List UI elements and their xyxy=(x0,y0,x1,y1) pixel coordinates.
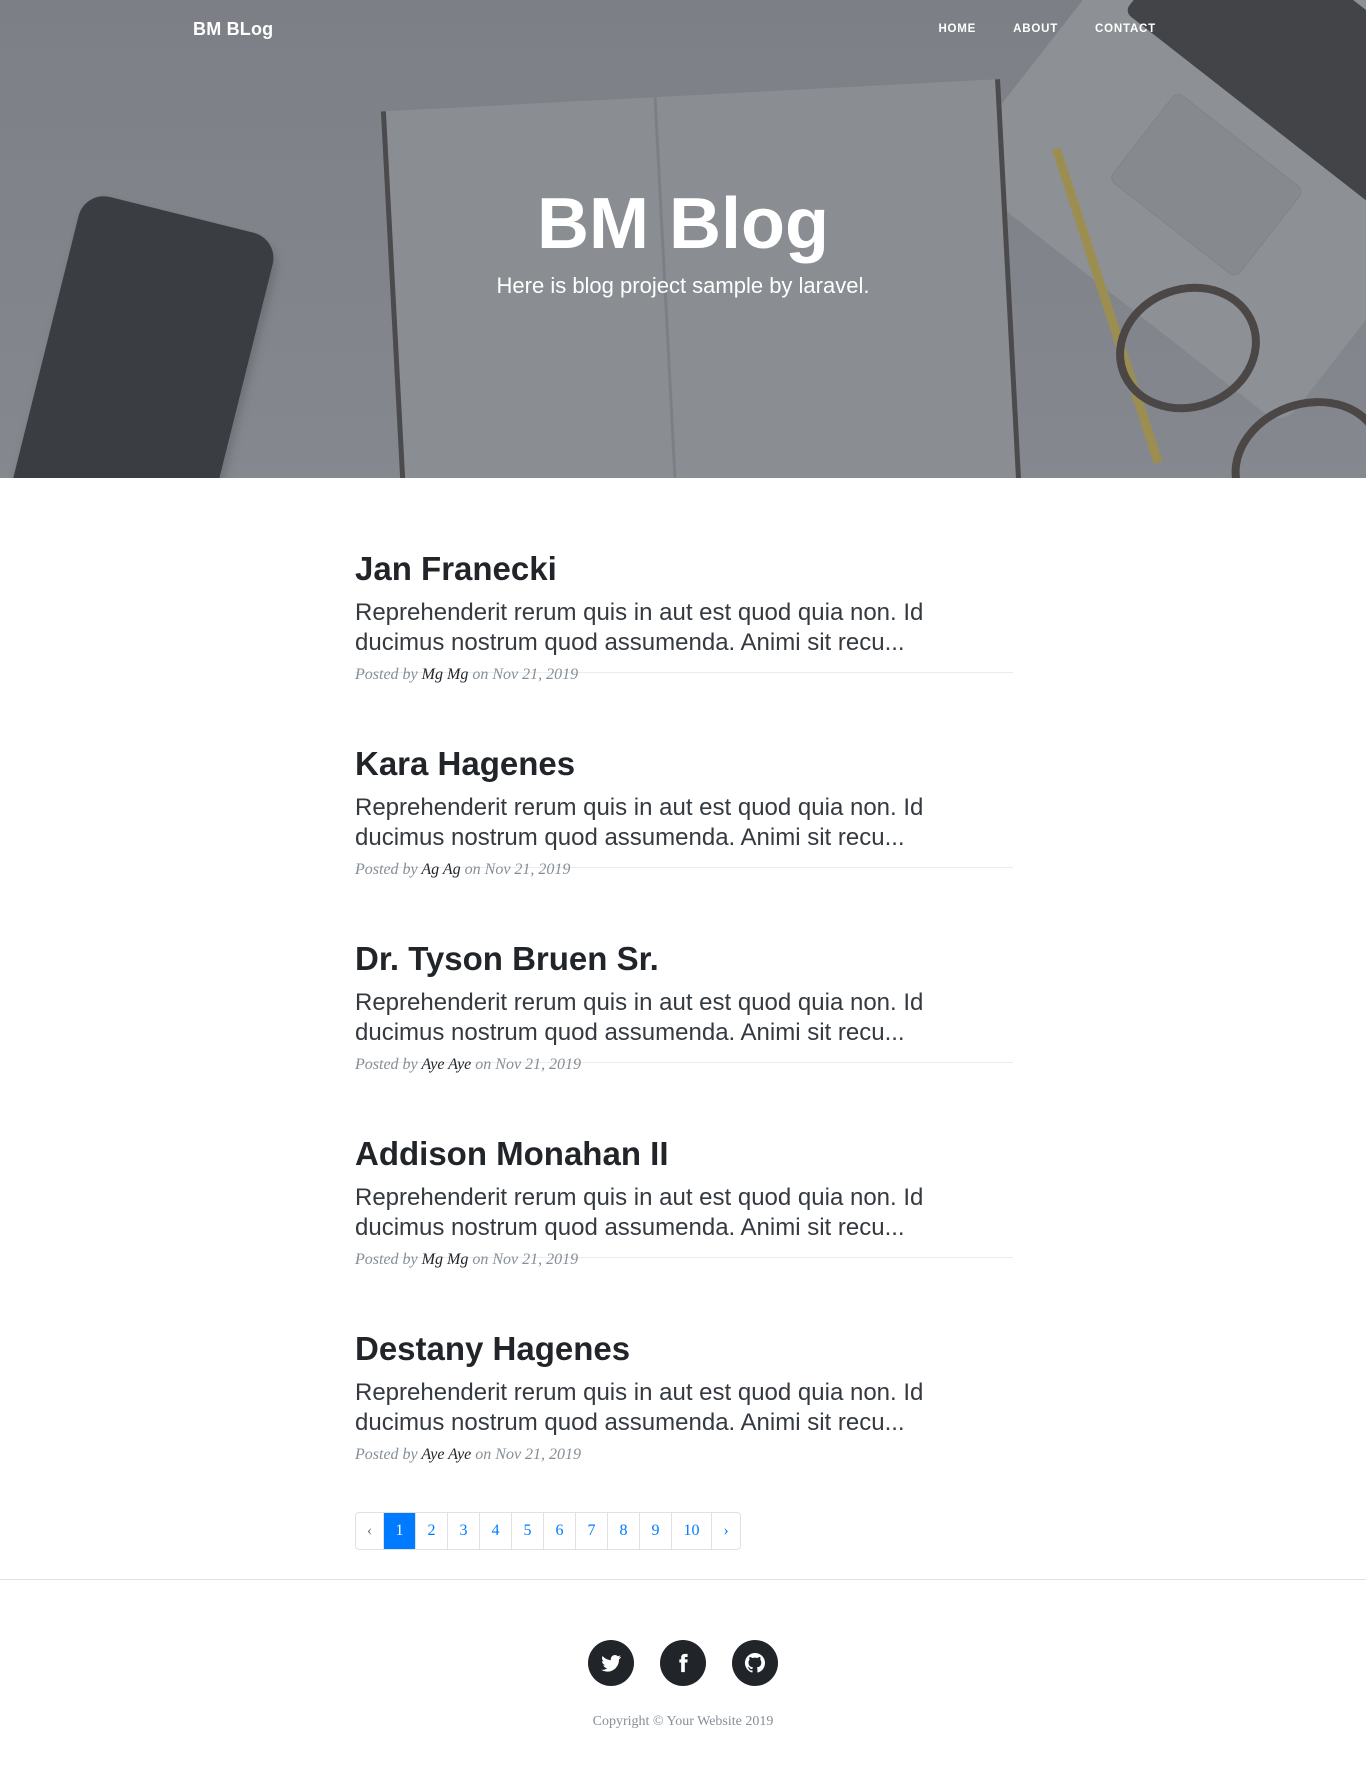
brand-link[interactable]: BM BLog xyxy=(193,19,273,40)
github-icon xyxy=(744,1652,765,1673)
post-title-link[interactable]: Destany Hagenes xyxy=(355,1330,630,1368)
post-excerpt[interactable]: Reprehenderit rerum quis in aut est quod… xyxy=(355,598,1013,658)
meta-on: on xyxy=(475,1446,492,1463)
copyright-text: Copyright © Your Website 2019 xyxy=(592,1714,774,1729)
post-meta: Posted by Aye Aye on Nov 21, 2019 xyxy=(355,1446,581,1464)
nav-links: HOME ABOUT CONTACT xyxy=(901,23,1156,35)
pagination-page-4[interactable]: 4 xyxy=(480,1513,512,1549)
post-excerpt[interactable]: Reprehenderit rerum quis in aut est quod… xyxy=(355,1378,1013,1438)
post-title-link[interactable]: Kara Hagenes xyxy=(355,745,575,783)
pagination-page-5[interactable]: 5 xyxy=(512,1513,544,1549)
pagination-page-6[interactable]: 6 xyxy=(544,1513,576,1549)
post-date: Nov 21, 2019 xyxy=(495,1446,582,1463)
pagination-next-button[interactable]: › xyxy=(712,1513,740,1549)
navbar: BM BLog HOME ABOUT CONTACT xyxy=(0,0,1366,60)
nav-contact-link[interactable]: CONTACT xyxy=(1095,23,1156,35)
pagination-prev-button[interactable]: ‹ xyxy=(356,1513,384,1549)
twitter-button[interactable] xyxy=(588,1640,634,1686)
facebook-icon xyxy=(679,1653,688,1673)
post-preview: Addison Monahan II Reprehenderit rerum q… xyxy=(355,1063,1013,1268)
post-preview: Destany Hagenes Reprehenderit rerum quis… xyxy=(355,1258,1013,1463)
author-link[interactable]: Aye Aye xyxy=(421,1446,471,1463)
pagination-page-8[interactable]: 8 xyxy=(608,1513,640,1549)
post-excerpt[interactable]: Reprehenderit rerum quis in aut est quod… xyxy=(355,793,1013,853)
post-preview: Jan Franecki Reprehenderit rerum quis in… xyxy=(355,478,1013,683)
pagination: ‹ 1 2 3 4 5 6 7 8 9 10 › xyxy=(355,1512,741,1550)
post-excerpt[interactable]: Reprehenderit rerum quis in aut est quod… xyxy=(355,988,1013,1048)
post-excerpt[interactable]: Reprehenderit rerum quis in aut est quod… xyxy=(355,1183,1013,1243)
post-list: Jan Franecki Reprehenderit rerum quis in… xyxy=(355,478,1013,1463)
facebook-button[interactable] xyxy=(660,1640,706,1686)
post-preview: Dr. Tyson Bruen Sr. Reprehenderit rerum … xyxy=(355,868,1013,1073)
pagination-page-7[interactable]: 7 xyxy=(576,1513,608,1549)
pagination-page-10[interactable]: 10 xyxy=(672,1513,712,1549)
pagination-page-3[interactable]: 3 xyxy=(448,1513,480,1549)
post-title-link[interactable]: Jan Franecki xyxy=(355,550,557,588)
nav-home-link[interactable]: HOME xyxy=(938,23,976,35)
twitter-icon xyxy=(601,1655,621,1672)
pagination-page-9[interactable]: 9 xyxy=(640,1513,672,1549)
pagination-page-1[interactable]: 1 xyxy=(384,1513,416,1549)
github-button[interactable] xyxy=(732,1640,778,1686)
pagination-page-2[interactable]: 2 xyxy=(416,1513,448,1549)
post-title-link[interactable]: Dr. Tyson Bruen Sr. xyxy=(355,940,659,978)
masthead: BM BLog HOME ABOUT CONTACT BM Blog Here … xyxy=(0,0,1366,478)
meta-prefix: Posted by xyxy=(355,1446,418,1463)
post-title-link[interactable]: Addison Monahan II xyxy=(355,1135,668,1173)
site-subheading: Here is blog project sample by laravel. xyxy=(496,273,870,298)
post-preview: Kara Hagenes Reprehenderit rerum quis in… xyxy=(355,673,1013,878)
footer-divider xyxy=(0,1579,1366,1580)
site-heading: BM Blog xyxy=(537,184,829,264)
social-links xyxy=(0,1640,1366,1686)
nav-about-link[interactable]: ABOUT xyxy=(1013,23,1058,35)
